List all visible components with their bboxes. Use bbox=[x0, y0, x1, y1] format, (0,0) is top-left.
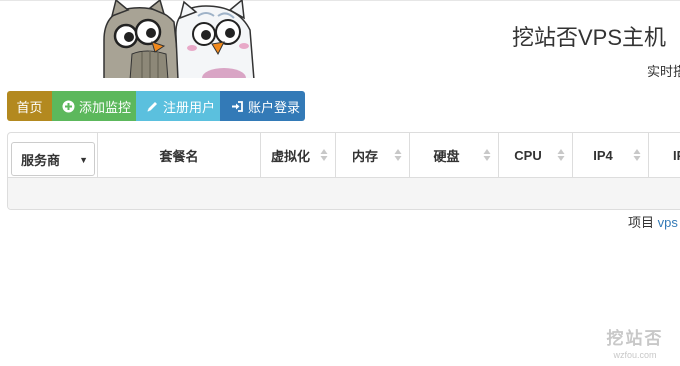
register-label: 注册用户 bbox=[163, 99, 216, 115]
column-label: 内存 bbox=[351, 148, 378, 164]
site-title: 挖站否VPS主机 bbox=[512, 25, 667, 50]
plus-circle-icon bbox=[62, 100, 75, 113]
column-label: 虚拟化 bbox=[270, 148, 310, 164]
column-provider: 服务商 ▼ bbox=[8, 133, 98, 177]
provider-select-value: 服务商 bbox=[21, 152, 61, 168]
column-ipv6[interactable]: IP bbox=[649, 133, 680, 177]
sign-in-icon bbox=[231, 100, 244, 113]
column-label: IP4 bbox=[593, 147, 613, 163]
table-header: 服务商 ▼ 套餐名 虚拟化 内存 硬盘 CPU IP4 IP bbox=[8, 133, 680, 178]
column-plan-name[interactable]: 套餐名 bbox=[98, 133, 261, 177]
site-subtitle: 实时搭 bbox=[647, 64, 680, 79]
sort-icon bbox=[320, 148, 328, 162]
sort-icon bbox=[557, 148, 565, 162]
pencil-icon bbox=[146, 100, 159, 113]
login-button[interactable]: 账户登录 bbox=[220, 91, 305, 121]
owl-logo[interactable] bbox=[102, 0, 262, 78]
vps-link[interactable]: vps bbox=[658, 215, 678, 230]
provider-select[interactable]: 服务商 ▼ bbox=[11, 142, 95, 176]
add-monitor-label: 添加监控 bbox=[79, 99, 132, 115]
items-info: 项目 vps bbox=[628, 212, 678, 231]
chevron-down-icon: ▼ bbox=[79, 155, 88, 165]
column-virtualization[interactable]: 虚拟化 bbox=[261, 133, 336, 177]
table-empty-row bbox=[8, 178, 680, 209]
home-button[interactable]: 首页 bbox=[7, 91, 52, 121]
register-button[interactable]: 注册用户 bbox=[136, 91, 220, 121]
column-memory[interactable]: 内存 bbox=[336, 133, 410, 177]
nav-button-group: 首页 添加监控 注册用户 账户登录 bbox=[7, 91, 305, 121]
sort-icon bbox=[483, 148, 491, 162]
column-label: IP bbox=[673, 147, 680, 163]
column-label: 套餐名 bbox=[159, 148, 199, 164]
login-label: 账户登录 bbox=[248, 99, 301, 115]
sort-icon bbox=[633, 148, 641, 162]
watermark-domain: wzfou.com bbox=[613, 350, 657, 360]
column-cpu[interactable]: CPU bbox=[499, 133, 573, 177]
watermark-logo-text: 挖站否 bbox=[606, 329, 664, 348]
column-label: CPU bbox=[514, 147, 542, 163]
sort-icon bbox=[394, 148, 402, 162]
home-button-label: 首页 bbox=[16, 99, 43, 115]
column-label: 硬盘 bbox=[433, 148, 460, 164]
vps-table: 服务商 ▼ 套餐名 虚拟化 内存 硬盘 CPU IP4 IP bbox=[7, 132, 680, 210]
add-monitor-button[interactable]: 添加监控 bbox=[52, 91, 136, 121]
column-ipv4[interactable]: IP4 bbox=[573, 133, 649, 177]
watermark: 挖站否 wzfou.com bbox=[598, 324, 672, 360]
column-disk[interactable]: 硬盘 bbox=[410, 133, 499, 177]
items-label: 项目 bbox=[628, 215, 655, 230]
